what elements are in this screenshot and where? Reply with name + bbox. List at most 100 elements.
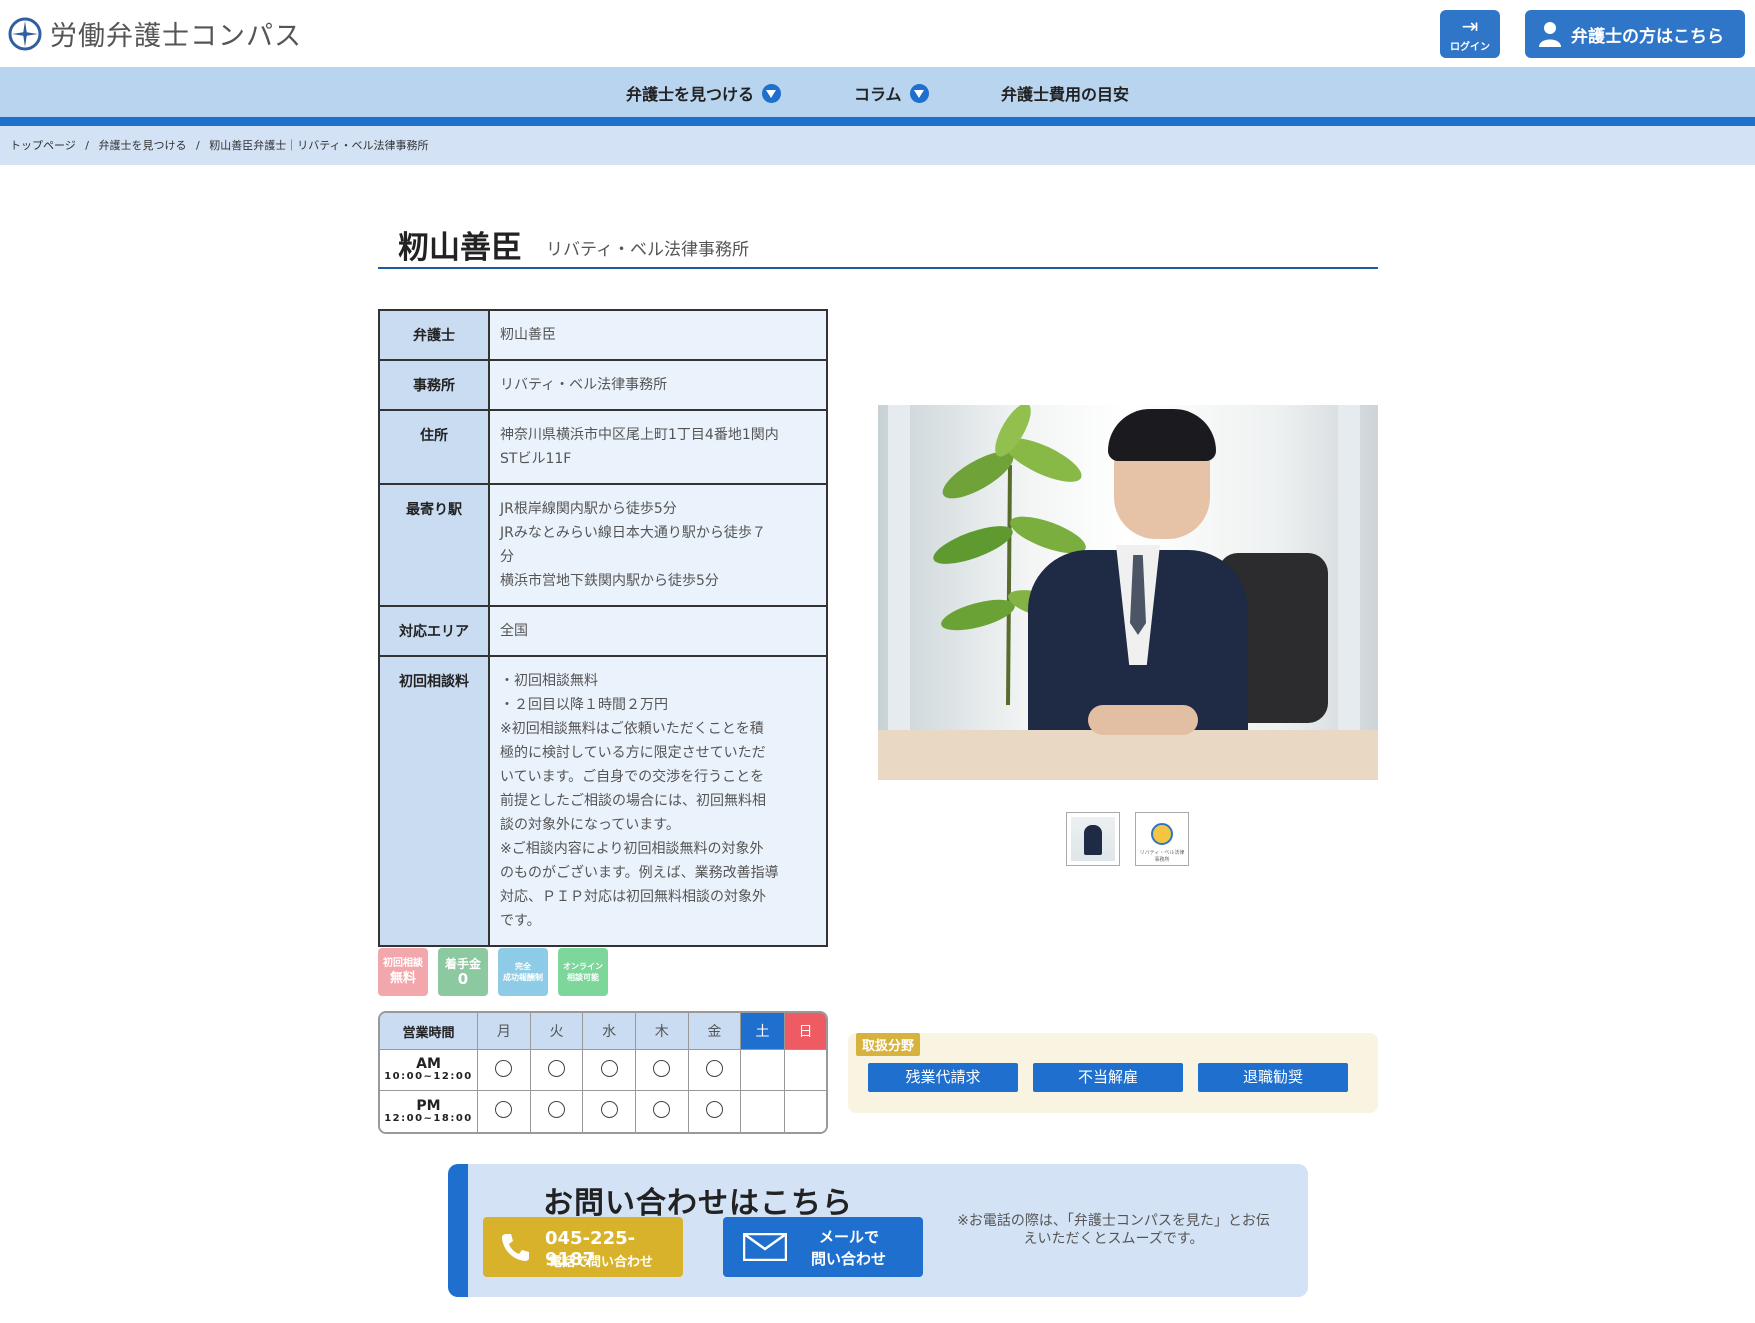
open-circle-icon: [653, 1059, 671, 1077]
open-circle-icon: [600, 1101, 618, 1118]
hours-cell: [741, 1091, 785, 1132]
hours-cell: [530, 1091, 584, 1132]
nav-find-lawyer[interactable]: 弁護士を見つける: [626, 81, 782, 105]
day-sun: 日: [784, 1013, 826, 1050]
photo-desk: [878, 730, 1378, 780]
login-door-icon: ⇥: [1461, 14, 1479, 38]
hours-cell: [784, 1091, 826, 1132]
open-circle-icon: [547, 1101, 565, 1118]
info-label: 住所: [378, 409, 490, 485]
breadcrumb: トップページ / 弁護士を見つける / 籾山善臣弁護士｜リバティ・ベル法律事務所: [0, 126, 1755, 165]
chevron-down-icon: [762, 83, 782, 103]
fee-line: 談の対象外になっています。: [500, 817, 680, 833]
hours-header-row: 営業時間 月 火 水 木 金 土 日: [380, 1013, 826, 1050]
mail-icon: [743, 1233, 787, 1261]
photo-hair: [1108, 409, 1216, 461]
hours-period: PM 12:00~18:00: [380, 1091, 478, 1132]
lawyer-entry-label: 弁護士の方はこちら: [1571, 26, 1724, 47]
fee-line: のものがございます。例えば、業務改善指導: [500, 865, 779, 881]
breadcrumb-separator: /: [196, 139, 200, 152]
open-circle-icon: [653, 1101, 671, 1118]
contact-accent-stripe: [448, 1164, 468, 1297]
breadcrumb-find-lawyer[interactable]: 弁護士を見つける: [99, 139, 187, 152]
info-value: 神奈川県横浜市中区尾上町1丁目4番地1関内 STビル11F: [488, 409, 828, 485]
photo-window-frame: [888, 405, 910, 735]
phone-sub-label: 電話で問い合わせ: [549, 1255, 654, 1270]
station-line: 分: [500, 549, 514, 565]
info-label: 初回相談料: [378, 655, 490, 947]
specialty-tag-unfair-dismissal[interactable]: 不当解雇: [1033, 1063, 1183, 1092]
specialties-label: 取扱分野: [856, 1033, 921, 1056]
fee-line: 極的に検討している方に限定させていただ: [500, 745, 766, 761]
open-circle-icon: [600, 1059, 618, 1077]
station-line: JR根岸線関内駅から徒歩5分: [500, 501, 677, 517]
info-label: 最寄り駅: [378, 483, 490, 607]
lawyer-entry-button[interactable]: 弁護士の方はこちら: [1525, 10, 1745, 58]
chevron-down-icon: [909, 83, 929, 103]
contact-box: お問い合わせはこちら 045-225-9187 電話で問い合わせ メールで 問い…: [448, 1164, 1308, 1297]
specialty-tag-resignation[interactable]: 退職勧奨: [1198, 1063, 1348, 1092]
hours-cell: [784, 1050, 826, 1091]
mail-contact-button[interactable]: メールで 問い合わせ: [723, 1217, 923, 1277]
hours-cell: [688, 1050, 742, 1091]
station-line: JRみなとみらい線日本大通り駅から徒歩７: [500, 525, 766, 541]
hours-row-pm: PM 12:00~18:00: [380, 1091, 826, 1132]
contact-title: お問い合わせはこちら: [543, 1186, 853, 1221]
info-row-lawyer: 弁護士 籾山善臣: [378, 309, 828, 361]
open-circle-icon: [705, 1101, 723, 1118]
specialty-tag-overtime[interactable]: 残業代請求: [868, 1063, 1018, 1092]
fee-line: ・２回目以降１時間２万円: [500, 697, 668, 713]
day-sat: 土: [741, 1013, 785, 1050]
fee-line: 前提としたご相談の場合には、初回無料相: [500, 793, 766, 809]
info-row-fee: 初回相談料 ・初回相談無料 ・２回目以降１時間２万円 ※初回相談無料はご依頼いた…: [378, 655, 828, 947]
badge-contingency-fee: 完全 成功報酬制: [498, 948, 548, 996]
open-circle-icon: [547, 1059, 565, 1077]
hours-cell: [530, 1050, 584, 1091]
mail-label-line1: メールで: [819, 1228, 880, 1246]
lawyer-photo: [878, 405, 1378, 780]
info-row-area: 対応エリア 全国: [378, 605, 828, 657]
info-value: 全国: [488, 605, 828, 657]
phone-contact-button[interactable]: 045-225-9187 電話で問い合わせ: [483, 1217, 683, 1277]
specialties-box: 取扱分野 残業代請求 不当解雇 退職勧奨: [848, 1033, 1378, 1113]
hours-period: AM 10:00~12:00: [380, 1050, 478, 1091]
hours-cell: [688, 1091, 742, 1132]
hours-row-am: AM 10:00~12:00: [380, 1050, 826, 1091]
hours-cell: [583, 1091, 636, 1132]
station-line: 横浜市営地下鉄関内駅から徒歩5分: [500, 573, 719, 589]
day-mon: 月: [478, 1013, 531, 1050]
badge-zero-retainer: 着手金 0: [438, 948, 488, 996]
info-label: 対応エリア: [378, 605, 490, 657]
photo-hands: [1088, 705, 1198, 735]
office-logo-caption: リバティ・ベル法律事務所: [1139, 850, 1185, 863]
nav-column[interactable]: コラム: [854, 81, 929, 105]
breadcrumb-home[interactable]: トップページ: [10, 139, 76, 152]
profile-title: 籾山善臣 リバティ・ベル法律事務所: [378, 218, 1378, 269]
logo-thumbnail[interactable]: リバティ・ベル法律事務所: [1135, 812, 1189, 866]
lawyer-name: 籾山善臣: [398, 230, 522, 266]
login-label: ログイン: [1450, 42, 1490, 53]
nav-fee-guide[interactable]: 弁護士費用の目安: [1001, 81, 1129, 105]
site-name: 労働弁護士コンパス: [50, 21, 302, 52]
info-label: 事務所: [378, 359, 490, 411]
info-value: 籾山善臣: [488, 309, 828, 361]
open-circle-icon: [495, 1101, 513, 1118]
fee-line: ※初回相談無料はご依頼いただくことを積: [500, 721, 764, 737]
badge-online-consultation: オンライン 相談可能: [558, 948, 608, 996]
day-wed: 水: [583, 1013, 636, 1050]
day-thu: 木: [635, 1013, 689, 1050]
fee-line: 対応、ＰＩＰ対応は初回無料相談の対象外: [500, 889, 766, 905]
address-line: STビル11F: [500, 451, 572, 467]
mail-label-line2: 問い合わせ: [811, 1250, 887, 1268]
address-line: 神奈川県横浜市中区尾上町1丁目4番地1関内: [500, 427, 779, 443]
open-circle-icon: [705, 1059, 723, 1077]
hours-cell: [478, 1091, 531, 1132]
photo-thumbnail[interactable]: [1066, 812, 1120, 866]
office-logo-icon: [1151, 823, 1173, 845]
person-icon: [1539, 22, 1561, 47]
info-label: 弁護士: [378, 309, 490, 361]
info-value: ・初回相談無料 ・２回目以降１時間２万円 ※初回相談無料はご依頼いただくことを積…: [488, 655, 828, 947]
site-logo[interactable]: 労働弁護士コンパス: [8, 14, 302, 53]
hours-cell: [583, 1050, 636, 1091]
login-button[interactable]: ⇥ ログイン: [1440, 10, 1500, 58]
